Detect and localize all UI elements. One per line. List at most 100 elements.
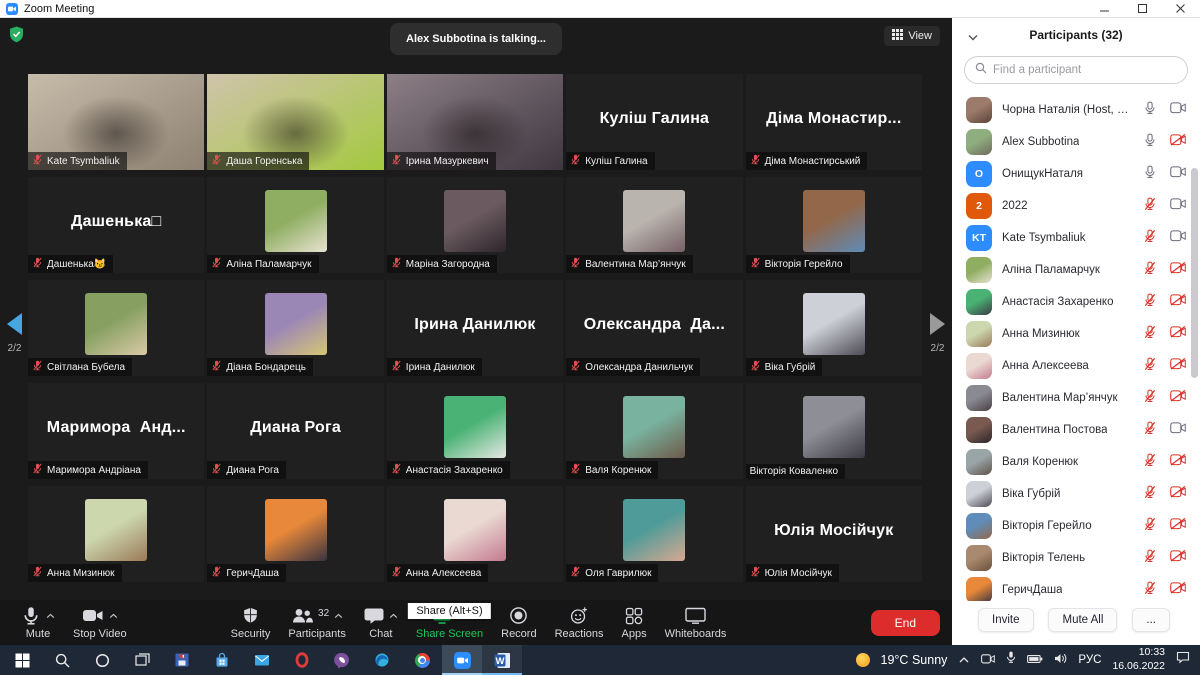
participant-row[interactable]: 22022 bbox=[952, 190, 1200, 222]
view-button[interactable]: View bbox=[884, 26, 940, 46]
participant-row[interactable]: Чорна Наталія (Host, me) bbox=[952, 94, 1200, 126]
weather-widget[interactable]: 19°C Sunny bbox=[881, 653, 948, 667]
video-tile[interactable]: Ірина ДанилюкІрина Данилюк bbox=[387, 280, 563, 376]
video-tile[interactable]: Оля Гаврилюк bbox=[566, 486, 742, 582]
participant-row[interactable]: Валентина Постова bbox=[952, 414, 1200, 446]
chevron-down-icon[interactable] bbox=[968, 30, 978, 44]
video-tile[interactable]: Вікторія Коваленко bbox=[746, 383, 922, 479]
mic-muted-icon bbox=[1143, 581, 1157, 600]
notification-center-icon[interactable] bbox=[1176, 651, 1190, 669]
video-tile[interactable]: Валентина Мар’янчук bbox=[566, 177, 742, 273]
taskbar-zoom-icon[interactable] bbox=[442, 645, 482, 675]
taskbar-cortana-icon[interactable] bbox=[82, 645, 122, 675]
taskbar-start-icon[interactable] bbox=[2, 645, 42, 675]
video-tile[interactable]: Аліна Паламарчук bbox=[207, 177, 383, 273]
security-button[interactable]: Security bbox=[222, 600, 280, 645]
taskbar-mail-icon[interactable] bbox=[242, 645, 282, 675]
share-button[interactable]: Share ScreenShare (Alt+S) bbox=[407, 600, 492, 645]
participant-name: Діма Монастирський bbox=[765, 156, 861, 167]
video-tile[interactable]: Діана Бондарець bbox=[207, 280, 383, 376]
tray-mic-icon[interactable] bbox=[1006, 651, 1016, 669]
participant-row[interactable]: ГеричДаша bbox=[952, 574, 1200, 601]
prev-page-button[interactable]: 2/2 bbox=[7, 313, 22, 354]
video-tile[interactable]: Куліш ГалинаКуліш Галина bbox=[566, 74, 742, 170]
taskbar-clock[interactable]: 10:3316.06.2022 bbox=[1112, 646, 1165, 673]
video-button[interactable]: Stop Video bbox=[64, 600, 136, 645]
tray-speaker-icon[interactable] bbox=[1054, 651, 1067, 669]
maximize-button[interactable] bbox=[1124, 0, 1162, 17]
record-button[interactable]: Record bbox=[492, 600, 545, 645]
video-tile[interactable]: Ірина Мазуркевич bbox=[387, 74, 563, 170]
panel-scrollbar[interactable] bbox=[1191, 168, 1198, 378]
video-tile[interactable]: Діма Монастир...Діма Монастирський bbox=[746, 74, 922, 170]
participant-name-label: Маріна Загородна bbox=[387, 255, 497, 273]
participant-row[interactable]: OОнищукНаталя bbox=[952, 158, 1200, 190]
video-tile[interactable]: Світлана Бубела bbox=[28, 280, 204, 376]
minimize-button[interactable] bbox=[1086, 0, 1124, 17]
language-indicator[interactable]: РУС bbox=[1078, 654, 1101, 666]
security-icon bbox=[242, 606, 259, 626]
video-tile[interactable]: ГеричДаша bbox=[207, 486, 383, 582]
chevron-up-icon[interactable] bbox=[109, 610, 118, 622]
video-tile[interactable]: Дашенька□Дашенька😼 bbox=[28, 177, 204, 273]
chevron-up-icon[interactable] bbox=[389, 610, 398, 622]
taskbar-edge-icon[interactable] bbox=[362, 645, 402, 675]
participant-row[interactable]: Анна Мизинюк bbox=[952, 318, 1200, 350]
participant-row[interactable]: KTKate Tsymbaliuk bbox=[952, 222, 1200, 254]
chevron-up-icon[interactable] bbox=[334, 610, 343, 622]
whiteboards-button[interactable]: Whiteboards bbox=[656, 600, 736, 645]
participant-row[interactable]: Віка Губрій bbox=[952, 478, 1200, 510]
next-page-button[interactable]: 2/2 bbox=[930, 313, 945, 354]
taskbar-floppy-icon[interactable] bbox=[162, 645, 202, 675]
camera-on-icon bbox=[1170, 421, 1186, 439]
participants-button[interactable]: 32Participants bbox=[279, 600, 354, 645]
video-tile[interactable]: Даша Горенська bbox=[207, 74, 383, 170]
mute-all-button[interactable]: Mute All bbox=[1048, 608, 1117, 632]
apps-button[interactable]: Apps bbox=[613, 600, 656, 645]
invite-button[interactable]: Invite bbox=[978, 608, 1034, 632]
more-button[interactable]: ... bbox=[1132, 608, 1170, 632]
close-button[interactable] bbox=[1162, 0, 1200, 17]
tray-battery-icon[interactable] bbox=[1027, 651, 1043, 669]
video-tile[interactable]: Анастасія Захаренко bbox=[387, 383, 563, 479]
tray-chevron-up-icon[interactable] bbox=[958, 651, 970, 669]
participant-status-icons bbox=[1143, 421, 1186, 440]
video-tile[interactable]: Kate Tsymbaliuk bbox=[28, 74, 204, 170]
video-tile[interactable]: Анна Алексеева bbox=[387, 486, 563, 582]
participant-row[interactable]: Валентина Мар’янчук bbox=[952, 382, 1200, 414]
participant-row[interactable]: Анастасія Захаренко bbox=[952, 286, 1200, 318]
taskbar-store-icon[interactable] bbox=[202, 645, 242, 675]
video-tile[interactable]: Валя Коренюк bbox=[566, 383, 742, 479]
taskbar-word-icon[interactable]: W bbox=[482, 645, 522, 675]
video-tile[interactable]: Віка Губрій bbox=[746, 280, 922, 376]
tray-camera-icon[interactable] bbox=[981, 651, 995, 669]
end-meeting-button[interactable]: End bbox=[871, 610, 940, 636]
video-tile[interactable]: Анна Мизинюк bbox=[28, 486, 204, 582]
record-icon bbox=[509, 606, 528, 626]
security-shield-icon[interactable] bbox=[9, 26, 24, 48]
participant-row[interactable]: Анна Алексеева bbox=[952, 350, 1200, 382]
taskbar-search-icon[interactable] bbox=[42, 645, 82, 675]
video-tile[interactable]: Маріна Загородна bbox=[387, 177, 563, 273]
taskbar-taskview-icon[interactable] bbox=[122, 645, 162, 675]
chevron-up-icon[interactable] bbox=[46, 610, 55, 622]
participant-row[interactable]: Вікторія Телень bbox=[952, 542, 1200, 574]
search-input[interactable] bbox=[993, 64, 1177, 76]
taskbar-opera-icon[interactable] bbox=[282, 645, 322, 675]
taskbar-viber-icon[interactable] bbox=[322, 645, 362, 675]
participant-search[interactable] bbox=[964, 56, 1188, 84]
apps-label: Apps bbox=[622, 628, 647, 640]
video-tile[interactable]: Олександра Да...Олександра Данильчук bbox=[566, 280, 742, 376]
participant-row[interactable]: Аліна Паламарчук bbox=[952, 254, 1200, 286]
mute-button[interactable]: Mute bbox=[12, 600, 64, 645]
reactions-button[interactable]: Reactions bbox=[546, 600, 613, 645]
taskbar-chrome-icon[interactable] bbox=[402, 645, 442, 675]
participant-row[interactable]: Валя Коренюк bbox=[952, 446, 1200, 478]
video-tile[interactable]: Вікторія Герейло bbox=[746, 177, 922, 273]
participant-row[interactable]: Alex Subbotina bbox=[952, 126, 1200, 158]
chat-button[interactable]: Chat bbox=[355, 600, 407, 645]
participant-row[interactable]: Вікторія Герейло bbox=[952, 510, 1200, 542]
video-tile[interactable]: Маримора Анд...Маримора Андріана bbox=[28, 383, 204, 479]
video-tile[interactable]: Диана РогаДиана Рога bbox=[207, 383, 383, 479]
video-tile[interactable]: Юлія МосійчукЮлія Мосійчук bbox=[746, 486, 922, 582]
